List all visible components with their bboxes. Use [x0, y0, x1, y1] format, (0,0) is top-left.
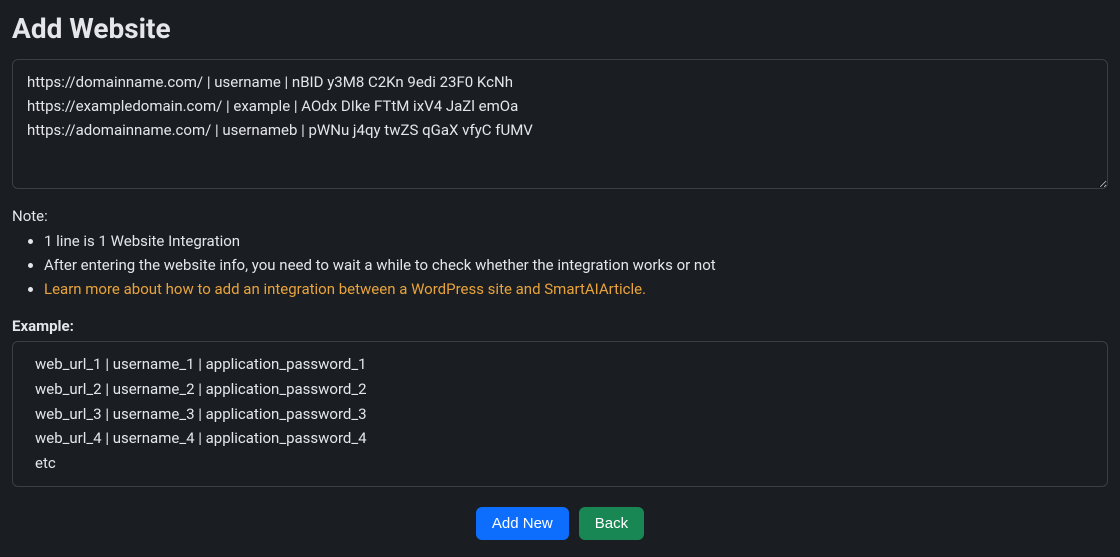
note-section: Note: 1 line is 1 Website Integration Af… — [12, 207, 1108, 301]
example-line: web_url_4 | username_4 | application_pas… — [35, 426, 1085, 451]
note-item: Learn more about how to add an integrati… — [44, 277, 1108, 301]
note-item: 1 line is 1 Website Integration — [44, 229, 1108, 253]
example-label: Example: — [12, 317, 1108, 335]
page-title: Add Website — [12, 12, 1108, 45]
note-list: 1 line is 1 Website Integration After en… — [12, 229, 1108, 301]
example-line: web_url_1 | username_1 | application_pas… — [35, 352, 1085, 377]
button-row: Add New Back — [12, 507, 1108, 540]
note-label: Note: — [12, 207, 1108, 225]
example-line: web_url_3 | username_3 | application_pas… — [35, 402, 1085, 427]
example-box: web_url_1 | username_1 | application_pas… — [12, 341, 1108, 487]
learn-more-link[interactable]: Learn more about how to add an integrati… — [44, 280, 646, 298]
example-line: etc — [35, 451, 1085, 476]
website-input-textarea[interactable] — [12, 59, 1108, 189]
example-line: web_url_2 | username_2 | application_pas… — [35, 377, 1085, 402]
add-new-button[interactable]: Add New — [476, 507, 569, 540]
back-button[interactable]: Back — [579, 507, 644, 540]
note-item: After entering the website info, you nee… — [44, 253, 1108, 277]
